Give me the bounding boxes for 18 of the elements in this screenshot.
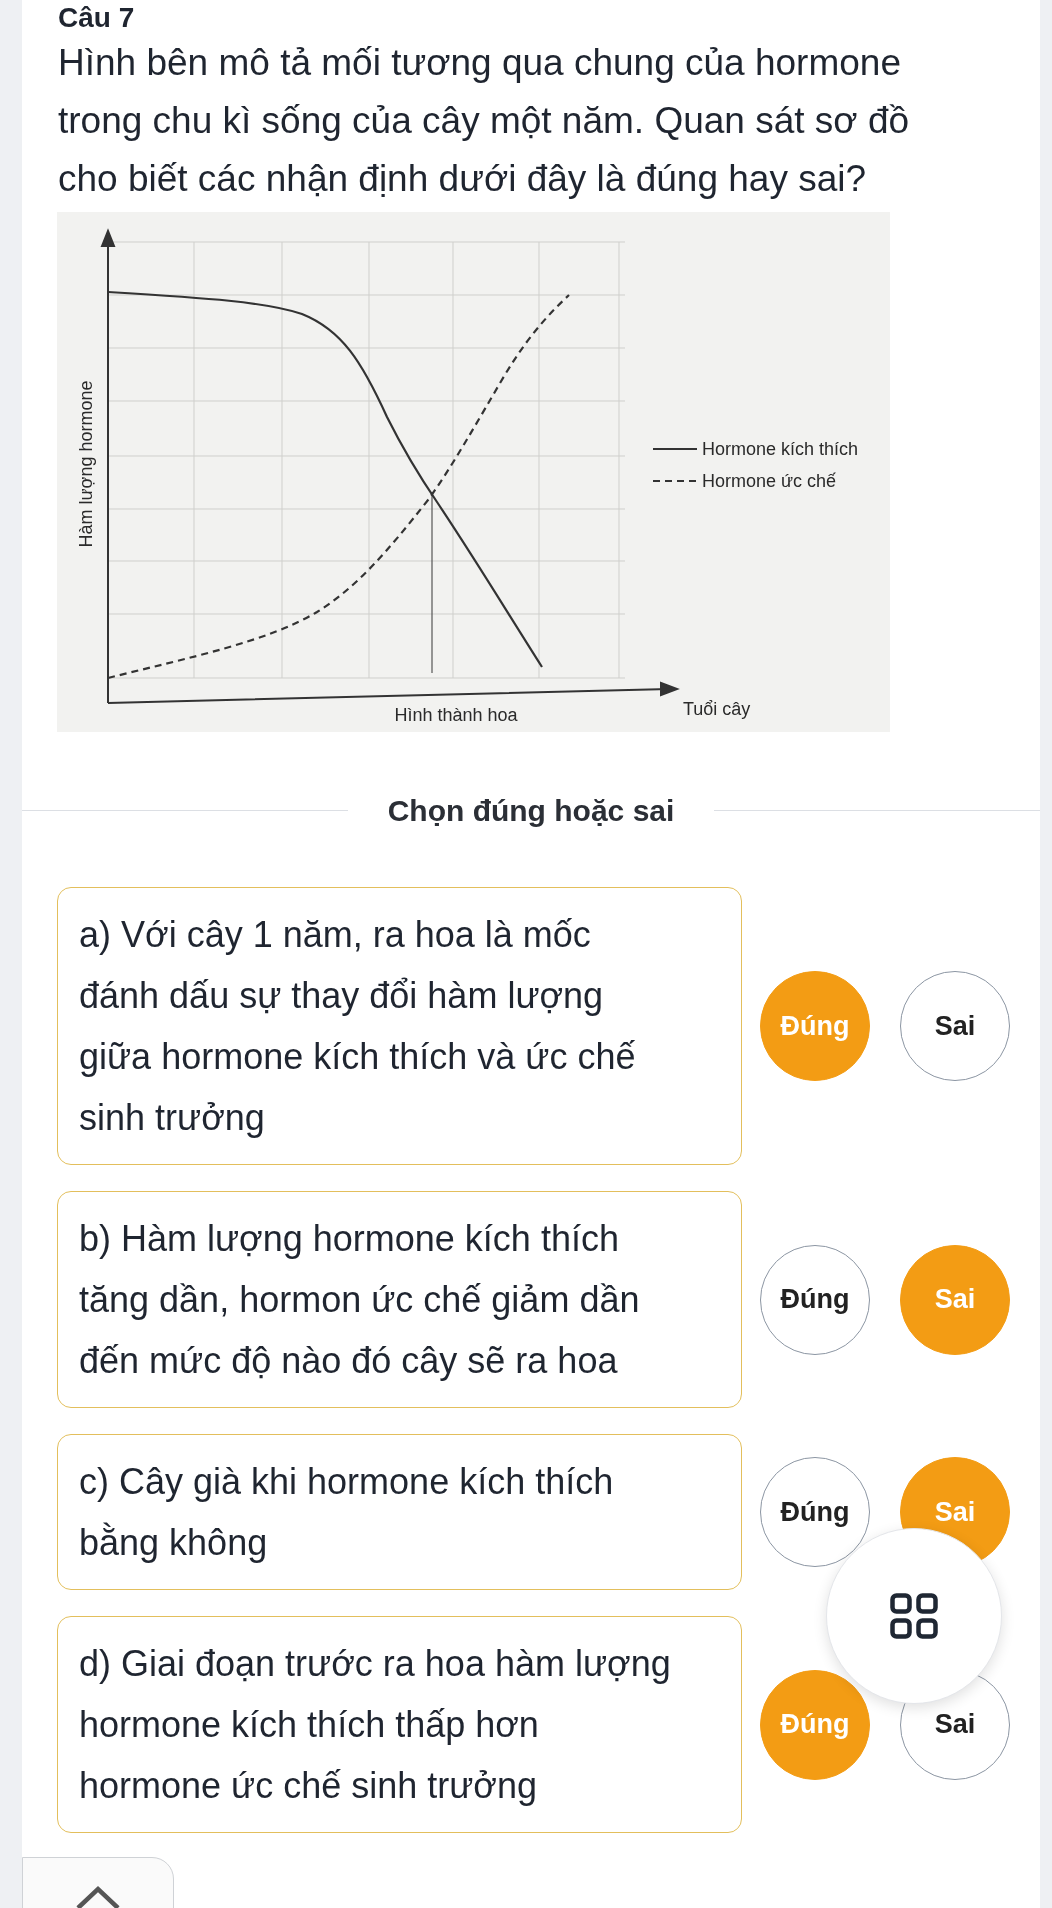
question-number: Câu 7 — [58, 2, 136, 34]
answer-option[interactable]: Đúng — [760, 1457, 870, 1567]
statement-text: b) Hàm lượng hormone kích thích tăng dần, hormon ức chế giảm dần đến mức độ nào đó cây sẽ ra hoa — [57, 1191, 742, 1408]
statement-text: a) Với cây 1 năm, ra hoa là mốc đánh dấu sự thay đổi hàm lượng giữa hormone kích thích và ức chế sinh trưởng — [57, 887, 742, 1165]
legend-label: Hormone ức chế — [702, 471, 837, 491]
grid-icon — [890, 1592, 938, 1639]
chevron-up-icon — [75, 1884, 121, 1908]
legend-label: Hormone kích thích — [702, 439, 859, 459]
axis-label: Tuổi cây — [683, 699, 751, 719]
answer-option[interactable]: Sai — [900, 971, 1010, 1081]
statement-text: d) Giai đoạn trước ra hoa hàm lượng hormone kích thích thấp hơn hormone ức chế sinh trưởng — [57, 1616, 742, 1833]
scroll-up-button[interactable] — [22, 1857, 174, 1908]
marker-label: Hình thành hoa — [394, 705, 518, 725]
answer-option[interactable]: Đúng — [760, 1244, 870, 1355]
question-text: Hình bên mô tả mối tương qua chung của hormone trong chu kì sống của cây một năm. Quan sát sơ đồ cho biết các nhận định dưới đây là đúng hay sai? — [58, 41, 911, 201]
section-title: Chọn đúng hoặc sai — [386, 793, 676, 829]
statement-text: c) Cây già khi hormone kích thích bằng không — [57, 1434, 742, 1590]
axis-label: Hàm lượng hormone — [76, 380, 96, 548]
